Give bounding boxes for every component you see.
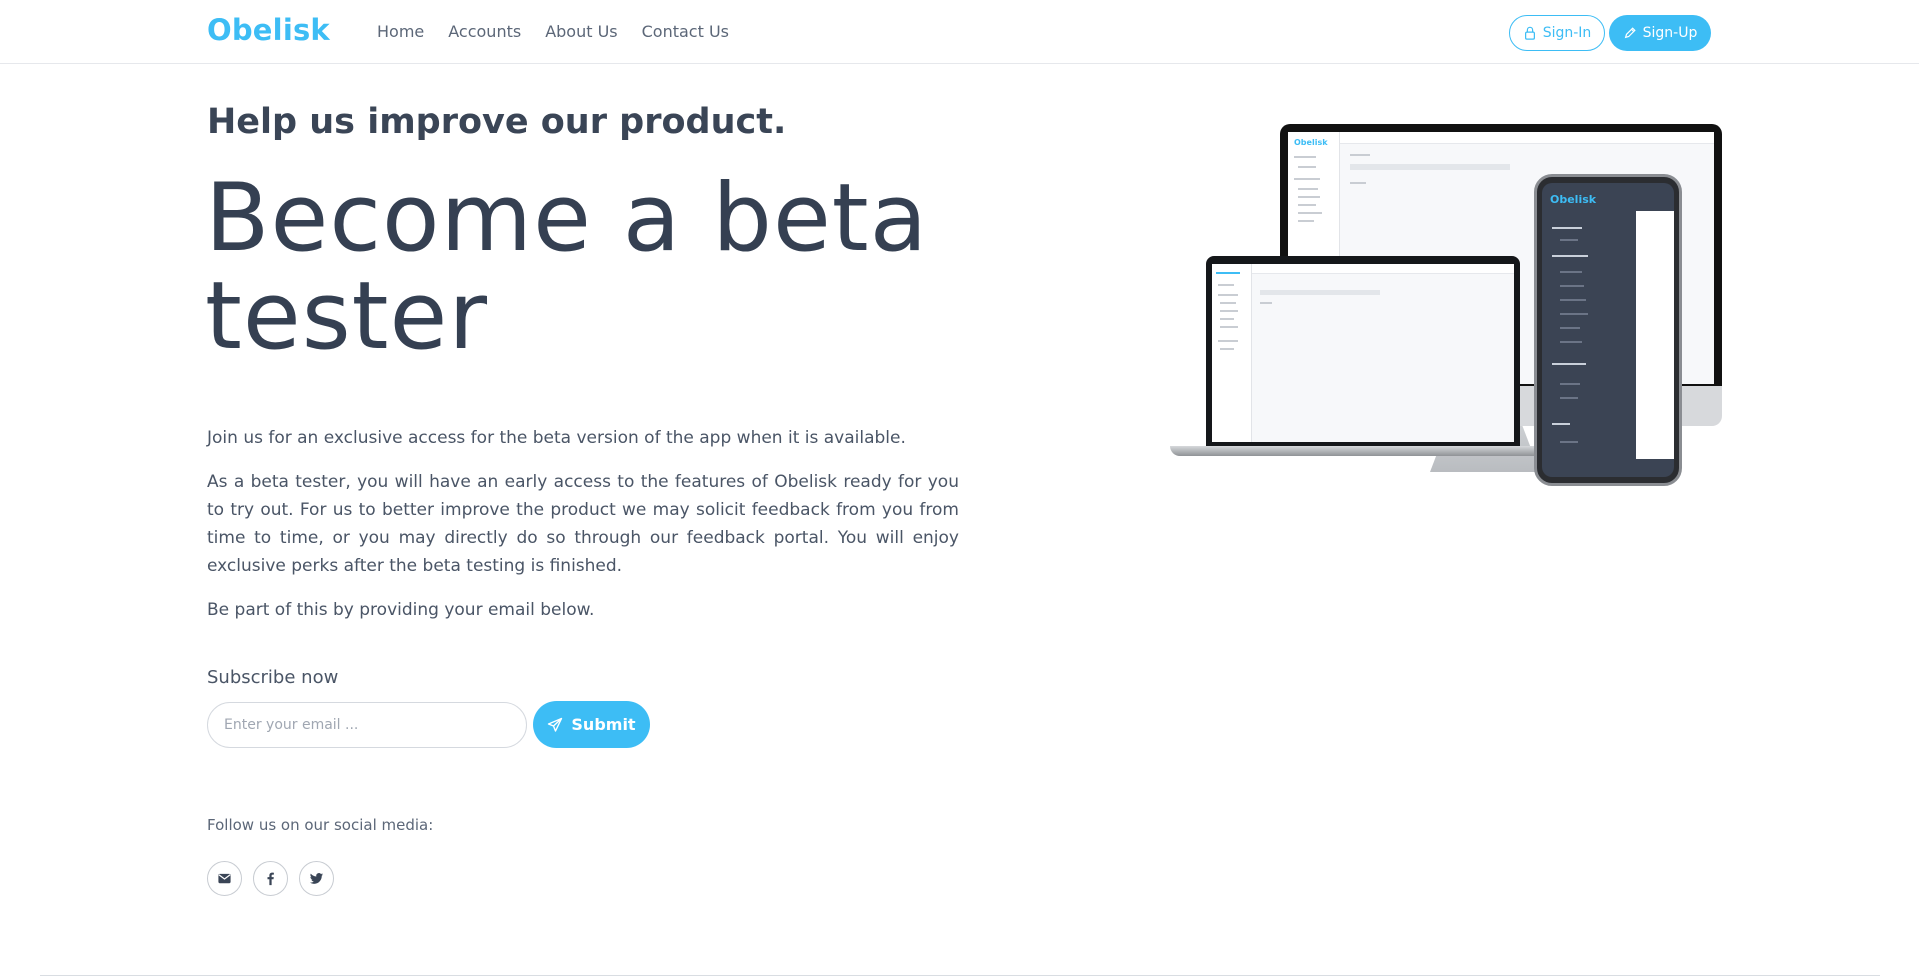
nav-link-about-us[interactable]: About Us [545,22,617,41]
nav-link-home[interactable]: Home [377,22,424,41]
phone: Obelisk [1534,174,1682,486]
nav-link-accounts[interactable]: Accounts [448,22,521,41]
sign-up-label: Sign-Up [1642,25,1698,41]
sign-in-label: Sign-In [1542,25,1592,41]
lock-icon [1524,26,1535,40]
brand-logo[interactable]: Obelisk [207,13,330,47]
facebook-social-button[interactable] [253,861,288,896]
monitor-brand: Obelisk [1294,138,1328,147]
call-to-action-paragraph: Be part of this by providing your email … [207,600,595,620]
details-paragraph: As a beta tester, you will have an early… [207,472,959,576]
social-label: Follow us on our social media: [207,816,434,834]
submit-label: Submit [571,715,636,734]
submit-button[interactable]: Submit [533,701,650,748]
envelope-icon [218,873,231,884]
email-social-button[interactable] [207,861,242,896]
twitter-icon [309,873,324,884]
social-links [207,861,334,896]
sign-up-button[interactable]: Sign-Up [1609,15,1711,51]
laptop-screen [1212,264,1514,442]
monitor-topbar [1340,132,1714,144]
phone-brand: Obelisk [1550,193,1597,206]
pencil-icon [1624,27,1636,39]
subscribe-label: Subscribe now [207,667,339,688]
sign-in-button[interactable]: Sign-In [1509,15,1605,51]
twitter-social-button[interactable] [299,861,334,896]
nav-link-contact-us[interactable]: Contact Us [642,22,729,41]
navbar: Obelisk Home Accounts About Us Contact U… [0,0,1919,64]
laptop [1206,256,1520,448]
hero-headline: Become a beta tester [205,164,929,371]
phone-content-panel [1636,211,1674,459]
devices-illustration: Obelisk Obelisk [1168,120,1728,490]
hero-eyebrow: Help us improve our product. [207,102,787,142]
facebook-icon [267,872,274,886]
phone-screen: Obelisk [1542,183,1674,477]
intro-paragraph: Join us for an exclusive access for the … [207,428,906,448]
send-icon [548,717,563,732]
main-nav: Home Accounts About Us Contact Us [377,22,753,41]
laptop-base [1170,446,1560,456]
footer-divider [40,975,1880,976]
email-input[interactable] [207,702,527,748]
